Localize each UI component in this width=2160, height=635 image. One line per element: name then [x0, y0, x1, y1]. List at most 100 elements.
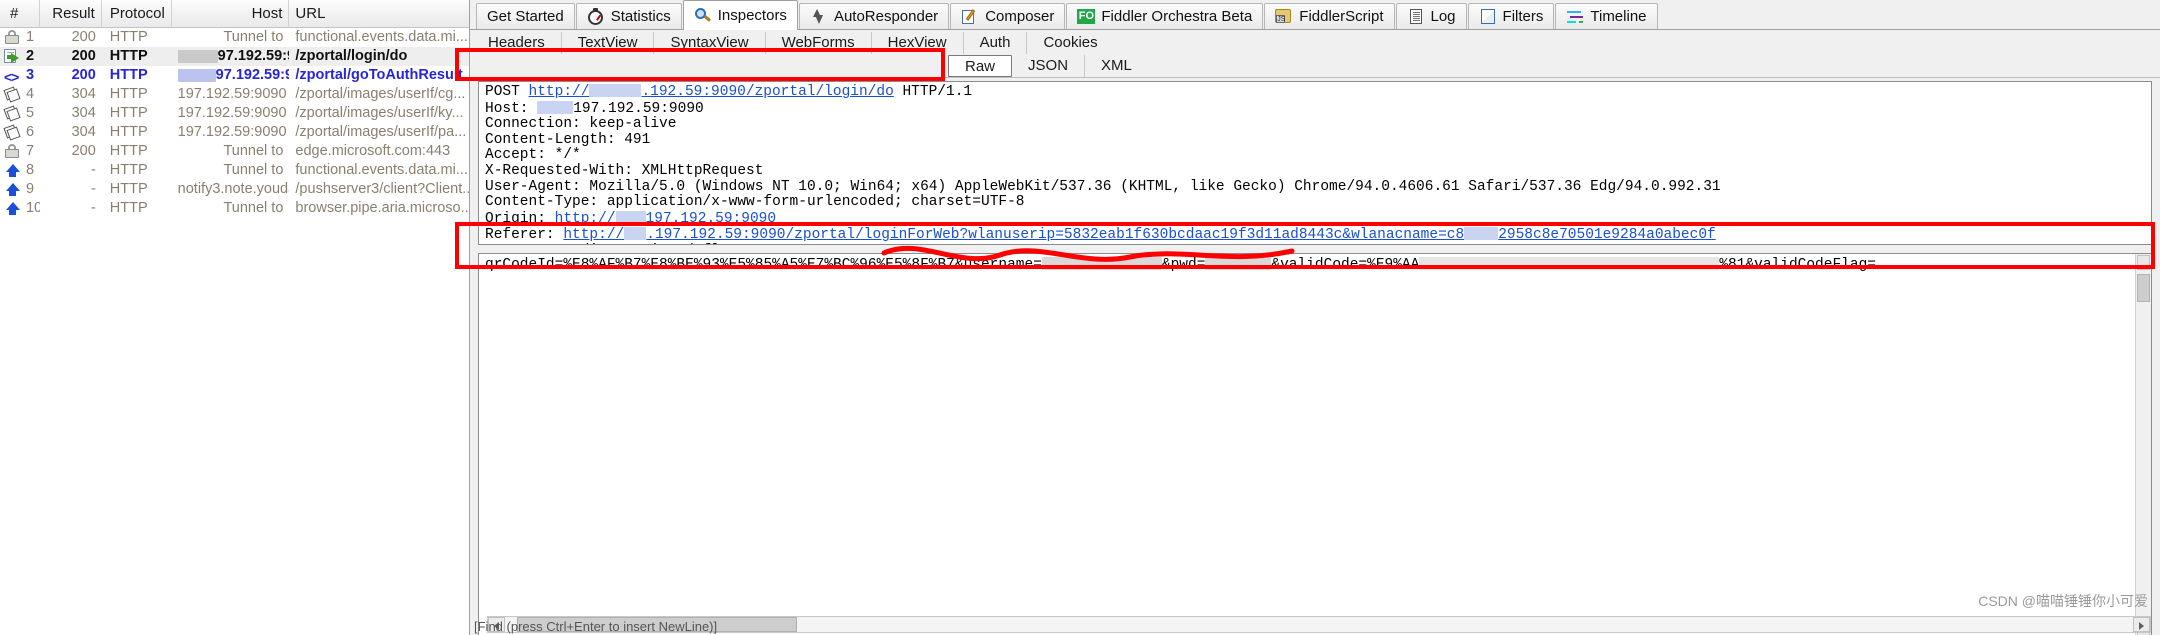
log-icon [1407, 8, 1425, 26]
row-number: 9 [25, 181, 35, 197]
host-redaction [537, 100, 574, 114]
tab-auth[interactable]: Auth [964, 32, 1028, 54]
row-host: notify3.note.youda... [177, 181, 290, 197]
tab-webforms[interactable]: WebForms [766, 32, 872, 54]
tab-label: Statistics [610, 8, 671, 25]
header-user-agent: User-Agent: Mozilla/5.0 (Windows NT 10.0… [485, 178, 1721, 195]
table-row[interactable]: 4 304 HTTP 197.192.59:9090 /zportal/imag… [0, 85, 469, 104]
tab-autoresponder[interactable]: AutoResponder [798, 3, 950, 29]
row-protocol: HTTP [109, 124, 148, 140]
row-host: 97.192.59:9090 [172, 66, 289, 85]
filter-icon [1479, 8, 1497, 26]
table-row[interactable]: 9 - HTTP notify3.note.youda... /pushserv… [0, 180, 469, 199]
row-host: 197.192.59:9090 [177, 105, 287, 121]
lock-icon [0, 142, 26, 161]
row-host: Tunnel to [223, 143, 284, 159]
tab-log[interactable]: Log [1395, 3, 1467, 29]
image-icon [0, 123, 26, 142]
tab-cookies[interactable]: Cookies [1027, 32, 1113, 54]
table-row[interactable]: 5 304 HTTP 197.192.59:9090 /zportal/imag… [0, 104, 469, 123]
row-number: 6 [25, 124, 35, 140]
compose-icon [961, 8, 979, 26]
tab-filters[interactable]: Filters [1467, 3, 1555, 29]
request-body-line: qrCodeId=%E8%AF%B7%E8%BE%93%E5%85%A5%E7%… [485, 257, 1876, 273]
column-header-url[interactable]: URL [289, 0, 469, 28]
row-number: 7 [25, 143, 35, 159]
tab-label: Composer [985, 8, 1055, 25]
origin-redaction [615, 210, 646, 224]
header-referer: Referer: http://.197.192.59:9090/zportal… [485, 227, 1716, 244]
validcode-redaction [1419, 257, 1720, 270]
username-redaction [1041, 257, 1162, 270]
raw-tab-strip: Raw JSON XML [470, 54, 2160, 78]
tab-timeline[interactable]: Timeline [1555, 3, 1658, 29]
image-icon [0, 104, 26, 123]
tab-label: Get Started [487, 8, 564, 25]
header-content-type: Content-Type: application/x-www-form-url… [485, 194, 1025, 211]
tab-syntaxview[interactable]: SyntaxView [654, 32, 766, 54]
tab-fiddlerscript[interactable]: JS FiddlerScript [1264, 3, 1395, 29]
tab-xml[interactable]: XML [1085, 55, 1148, 77]
lock-icon [0, 28, 26, 47]
tab-inspectors[interactable]: Inspectors [682, 0, 798, 30]
origin-link[interactable]: http://197.192.59:9090 [555, 210, 776, 227]
table-row[interactable]: <> 3 200 HTTP 97.192.59:9090 /zportal/go… [0, 66, 469, 85]
table-row[interactable]: 7 200 HTTP Tunnel to edge.microsoft.com:… [0, 142, 469, 161]
request-body-textarea[interactable]: qrCodeId=%E8%AF%B7%E8%BE%93%E5%85%A5%E7%… [478, 253, 2152, 635]
fo-badge-text: FO [1077, 8, 1096, 24]
tab-statistics[interactable]: Statistics [575, 3, 682, 29]
tab-json[interactable]: JSON [1012, 54, 1086, 77]
header-accept: Accept: */* [485, 147, 581, 164]
request-headers-textarea[interactable]: POST http://.192.59:9090/zportal/login/d… [478, 81, 2152, 245]
table-row[interactable]: 6 304 HTTP 197.192.59:9090 /zportal/imag… [0, 123, 469, 142]
session-list-panel[interactable]: # Result Protocol Host URL 1 200 HTTP Tu… [0, 0, 470, 635]
tab-get-started[interactable]: Get Started [476, 3, 575, 29]
row-protocol: HTTP [109, 67, 148, 83]
tab-headers[interactable]: Headers [472, 32, 562, 54]
tab-hexview[interactable]: HexView [872, 32, 964, 54]
table-row[interactable]: 2 200 HTTP 97.192.59:9090 /zportal/login… [0, 47, 469, 66]
table-row[interactable]: 1 200 HTTP Tunnel to functional.events.d… [0, 28, 469, 47]
tab-label: AutoResponder [833, 8, 939, 25]
tab-textview[interactable]: TextView [562, 32, 655, 54]
row-result: 200 [71, 48, 96, 64]
row-protocol: HTTP [109, 86, 148, 102]
column-header-host[interactable]: Host [172, 0, 290, 28]
row-protocol: HTTP [109, 200, 148, 216]
tab-composer[interactable]: Composer [950, 3, 1066, 29]
column-header-protocol[interactable]: Protocol [102, 0, 172, 28]
row-number: 2 [25, 48, 35, 64]
column-header-result[interactable]: Result [40, 0, 102, 28]
tab-label: Filters [1502, 8, 1544, 25]
tab-raw[interactable]: Raw [948, 54, 1013, 77]
scroll-right-button[interactable] [2133, 617, 2150, 632]
table-row[interactable]: 10 - HTTP Tunnel to browser.pipe.aria.mi… [0, 199, 469, 218]
header-host: Host: 197.192.59:9090 [485, 100, 704, 117]
row-number: 5 [25, 105, 35, 121]
upload-icon [0, 199, 26, 218]
request-url-link[interactable]: http://.192.59:9090/zportal/login/do [529, 84, 894, 100]
row-url: functional.events.data.mi... [295, 162, 468, 178]
row-url: browser.pipe.aria.microso... [295, 200, 469, 216]
referer-redaction-2 [1464, 227, 1499, 241]
body-scrollbar-thumb[interactable] [2137, 274, 2150, 302]
fo-badge-icon: FO [1077, 8, 1096, 26]
referer-link[interactable]: http://.197.192.59:9090/zportal/loginFor… [563, 227, 1716, 243]
row-host: Tunnel to [223, 200, 284, 216]
row-number: 3 [25, 67, 35, 83]
row-host: 97.192.59:9090 [172, 47, 289, 66]
header-origin: Origin: http://197.192.59:9090 [485, 210, 777, 227]
quickexec-hint[interactable]: [Find (press Ctrl+Enter to insert NewLin… [470, 619, 940, 635]
header-content-length: Content-Length: 491 [485, 131, 651, 148]
row-result: 304 [71, 105, 96, 121]
body-vertical-scrollbar[interactable] [2135, 254, 2151, 635]
row-url: /pushserver3/client?Client... [295, 181, 469, 197]
inspector-tab-strip: Headers TextView SyntaxView WebForms Hex… [470, 30, 2160, 54]
column-header-number[interactable]: # [0, 0, 40, 28]
tab-fiddler-orchestra-beta[interactable]: FO Fiddler Orchestra Beta [1066, 3, 1264, 29]
table-row[interactable]: 8 - HTTP Tunnel to functional.events.dat… [0, 161, 469, 180]
row-result: 200 [71, 143, 96, 159]
tab-label: Log [1430, 8, 1456, 25]
row-result: - [90, 181, 96, 197]
session-list-header: # Result Protocol Host URL [0, 0, 469, 28]
